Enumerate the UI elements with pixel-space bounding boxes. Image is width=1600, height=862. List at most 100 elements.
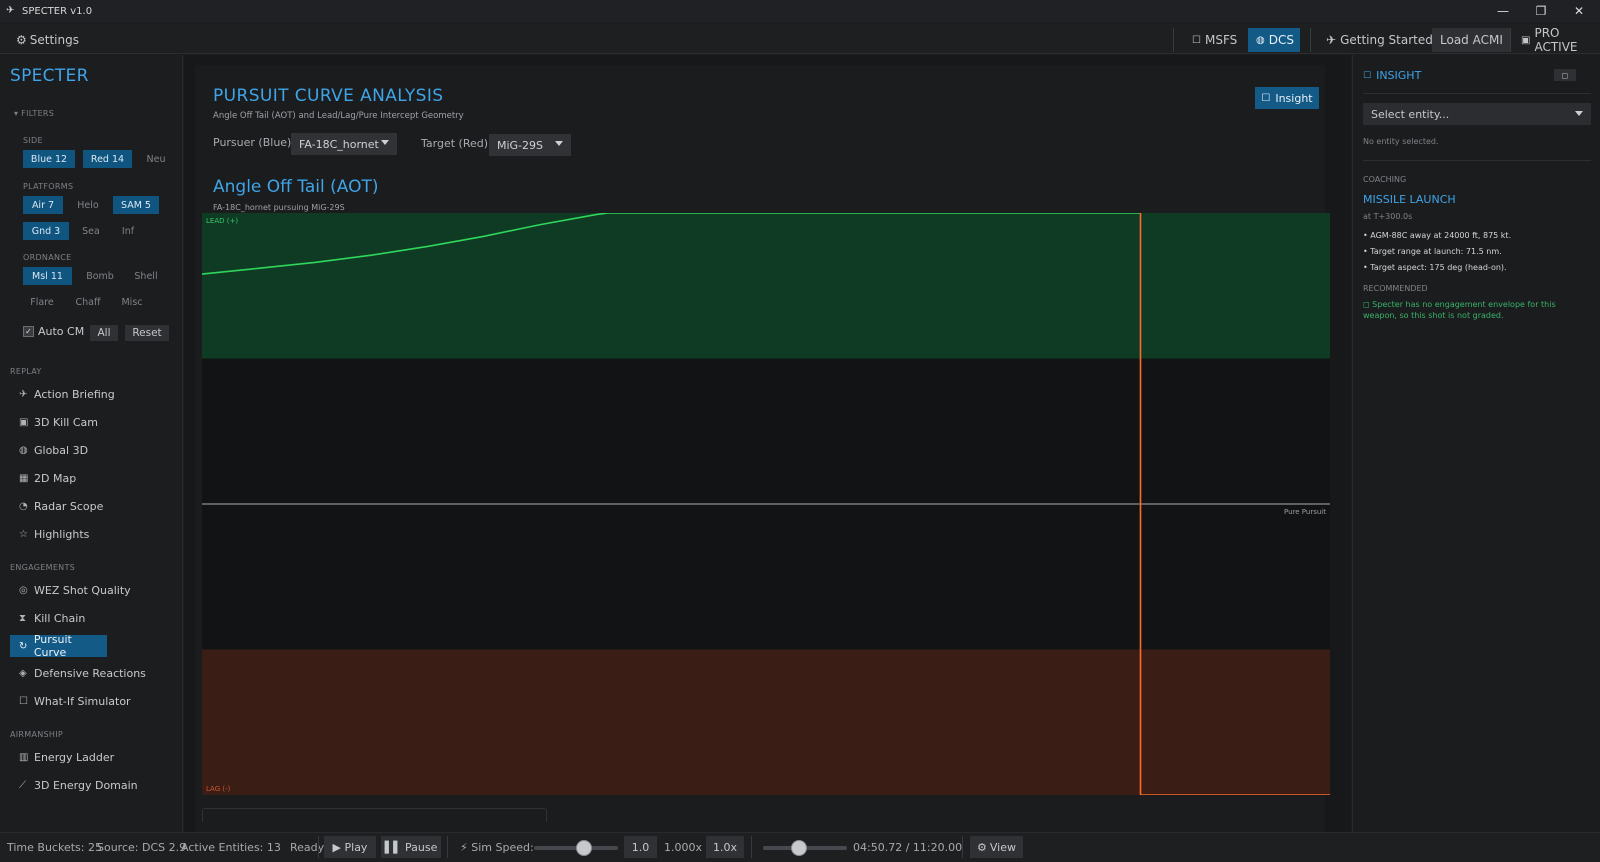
title-bar: ✈ SPECTER v1.0 — ❐ ✕ [0,0,1600,22]
chip-side-red[interactable]: Red 14 [83,150,132,168]
nav-pursuit-curve[interactable]: ↻ Pursuit Curve [10,633,107,659]
msfs-button[interactable]: ☐ MSFS [1184,28,1245,52]
side-label: SIDE [23,136,43,145]
chevron-down-icon [381,140,389,145]
chip-platform-helo[interactable]: Helo [70,196,106,214]
target-select[interactable]: MiG-29S [489,134,571,156]
nav-3d-energy-domain[interactable]: ⟋ 3D Energy Domain [10,774,180,796]
play-button[interactable]: ▶ Play [324,836,376,858]
all-button[interactable]: All [90,325,118,341]
brand-title: SPECTER [10,66,89,86]
msfs-label: MSFS [1204,33,1238,47]
divider [1363,93,1591,94]
chip-ordnance-flare[interactable]: Flare [23,293,61,311]
settings-label: Settings [29,33,79,47]
chart-subtitle: FA-18C_hornet pursuing MiG-29S [213,203,345,212]
nav-label: 3D Energy Domain [34,778,138,792]
square-icon: ☐ [19,695,28,707]
star-icon: ☆ [19,528,28,540]
chip-platform-gnd[interactable]: Gnd 3 [23,222,69,240]
settings-button[interactable]: ⚙ Settings [8,28,87,52]
chip-side-neutral[interactable]: Neu [140,150,172,168]
badge-icon: ▣ [1521,34,1531,46]
speed-value-field[interactable]: 1.0 [624,836,657,858]
chip-side-blue[interactable]: Blue 12 [23,150,75,168]
nav-defensive-reactions[interactable]: ◈ Defensive Reactions [10,662,180,684]
event-time: at T+300.0s [1363,212,1413,221]
globe-icon: ◍ [19,444,28,456]
chip-platform-inf[interactable]: Inf [113,222,143,240]
chart-scroll-area[interactable] [202,808,547,822]
pro-label: PRO ACTIVE [1534,26,1578,54]
chip-ordnance-chaff[interactable]: Chaff [68,293,108,311]
chip-ordnance-bomb[interactable]: Bomb [80,267,120,285]
chevron-down-icon [1575,111,1583,116]
sim-speed-slider-handle[interactable] [576,840,593,856]
gear-icon: ⚙ [977,840,987,854]
sync-icon: ↻ [19,640,28,652]
minimize-button[interactable]: — [1484,0,1522,22]
hourglass-icon: ⧗ [19,612,27,624]
chip-platform-air[interactable]: Air 7 [23,196,63,214]
chip-ordnance-misc[interactable]: Misc [114,293,150,311]
speed-preset-button[interactable]: 1.0x [706,836,744,858]
checkmark-icon: ✓ [23,326,34,337]
nav-action-briefing[interactable]: ✈ Action Briefing [10,383,180,405]
filters-toggle[interactable]: ▾ FILTERS [14,109,54,118]
no-entity-text: No entity selected. [1363,137,1439,146]
nav-label: Pursuit Curve [33,633,72,659]
view-button[interactable]: ⚙ View [970,836,1023,858]
auto-cm-checkbox[interactable]: ✓ Auto CM [23,325,84,338]
insight-button[interactable]: ☐ Insight [1255,87,1319,109]
jet-icon: ✈ [19,388,28,400]
nav-label: 3D Kill Cam [34,415,98,429]
load-acmi-button[interactable]: Load ACMI [1432,28,1511,52]
chart-title: Angle Off Tail (AOT) [213,177,379,197]
getting-started-button[interactable]: ✈ Getting Started [1318,28,1441,52]
nav-kill-chain[interactable]: ⧗ Kill Chain [10,607,180,629]
entity-select[interactable]: Select entity... [1363,103,1591,125]
nav-global-3d[interactable]: ◍ Global 3D [10,439,180,461]
chip-platform-sam[interactable]: SAM 5 [113,196,159,214]
target-label: Target (Red): [421,137,492,150]
ordnance-label: ORDNANCE [23,253,72,262]
chip-ordnance-shell[interactable]: Shell [128,267,164,285]
target-icon: ◎ [19,584,28,596]
recommended-label: RECOMMENDED [1363,284,1428,293]
pursuer-value: FA-18C_hornet [299,137,379,151]
nav-wez-shot-quality[interactable]: ◎ WEZ Shot Quality [10,579,180,601]
chip-ordnance-msl[interactable]: Msl 11 [23,267,72,285]
nav-2d-map[interactable]: ▦ 2D Map [10,467,180,489]
insight-label: Insight [1275,91,1313,105]
sidebar: SPECTER ▾ FILTERS SIDE Blue 12 Red 14 Ne… [0,55,183,832]
timeline-slider-handle[interactable] [791,840,808,856]
pause-button[interactable]: ▌▌ Pause [381,836,441,858]
nav-energy-ladder[interactable]: ▥ Energy Ladder [10,746,180,768]
event-title: MISSILE LAUNCH [1363,193,1456,206]
toolbar-divider [1310,28,1311,52]
dcs-button[interactable]: ◍ DCS [1248,28,1300,52]
close-window-button[interactable]: ✕ [1560,0,1598,22]
getting-started-label: Getting Started [1340,33,1433,47]
jet-icon: ✈ [1326,33,1337,47]
collapse-panel-button[interactable]: ◻ [1554,69,1576,81]
reset-button[interactable]: Reset [125,325,169,341]
page-title: PURSUIT CURVE ANALYSIS [213,86,444,106]
insight-panel: ☐ INSIGHT ◻ Select entity... No entity s… [1352,55,1600,832]
main-content: PURSUIT CURVE ANALYSIS Angle Off Tail (A… [184,55,1351,832]
nav-highlights[interactable]: ☆ Highlights [10,523,180,545]
pursuer-select[interactable]: FA-18C_hornet [291,133,397,155]
nav-what-if-simulator[interactable]: ☐ What-If Simulator [10,690,180,712]
restore-button[interactable]: ❐ [1522,0,1560,22]
dcs-icon: ◍ [1256,34,1265,46]
pro-status-button[interactable]: ▣ PRO ACTIVE [1513,26,1600,54]
radar-icon: ◔ [19,500,28,512]
nav-radar-scope[interactable]: ◔ Radar Scope [10,495,180,517]
map-icon: ▦ [19,472,29,484]
pursuer-label: Pursuer (Blue): [213,136,296,149]
nav-3d-kill-cam[interactable]: ▣ 3D Kill Cam [10,411,180,433]
chip-platform-sea[interactable]: Sea [76,222,106,240]
divider [751,836,752,858]
view-label: View [989,840,1016,854]
target-value: MiG-29S [497,138,544,152]
